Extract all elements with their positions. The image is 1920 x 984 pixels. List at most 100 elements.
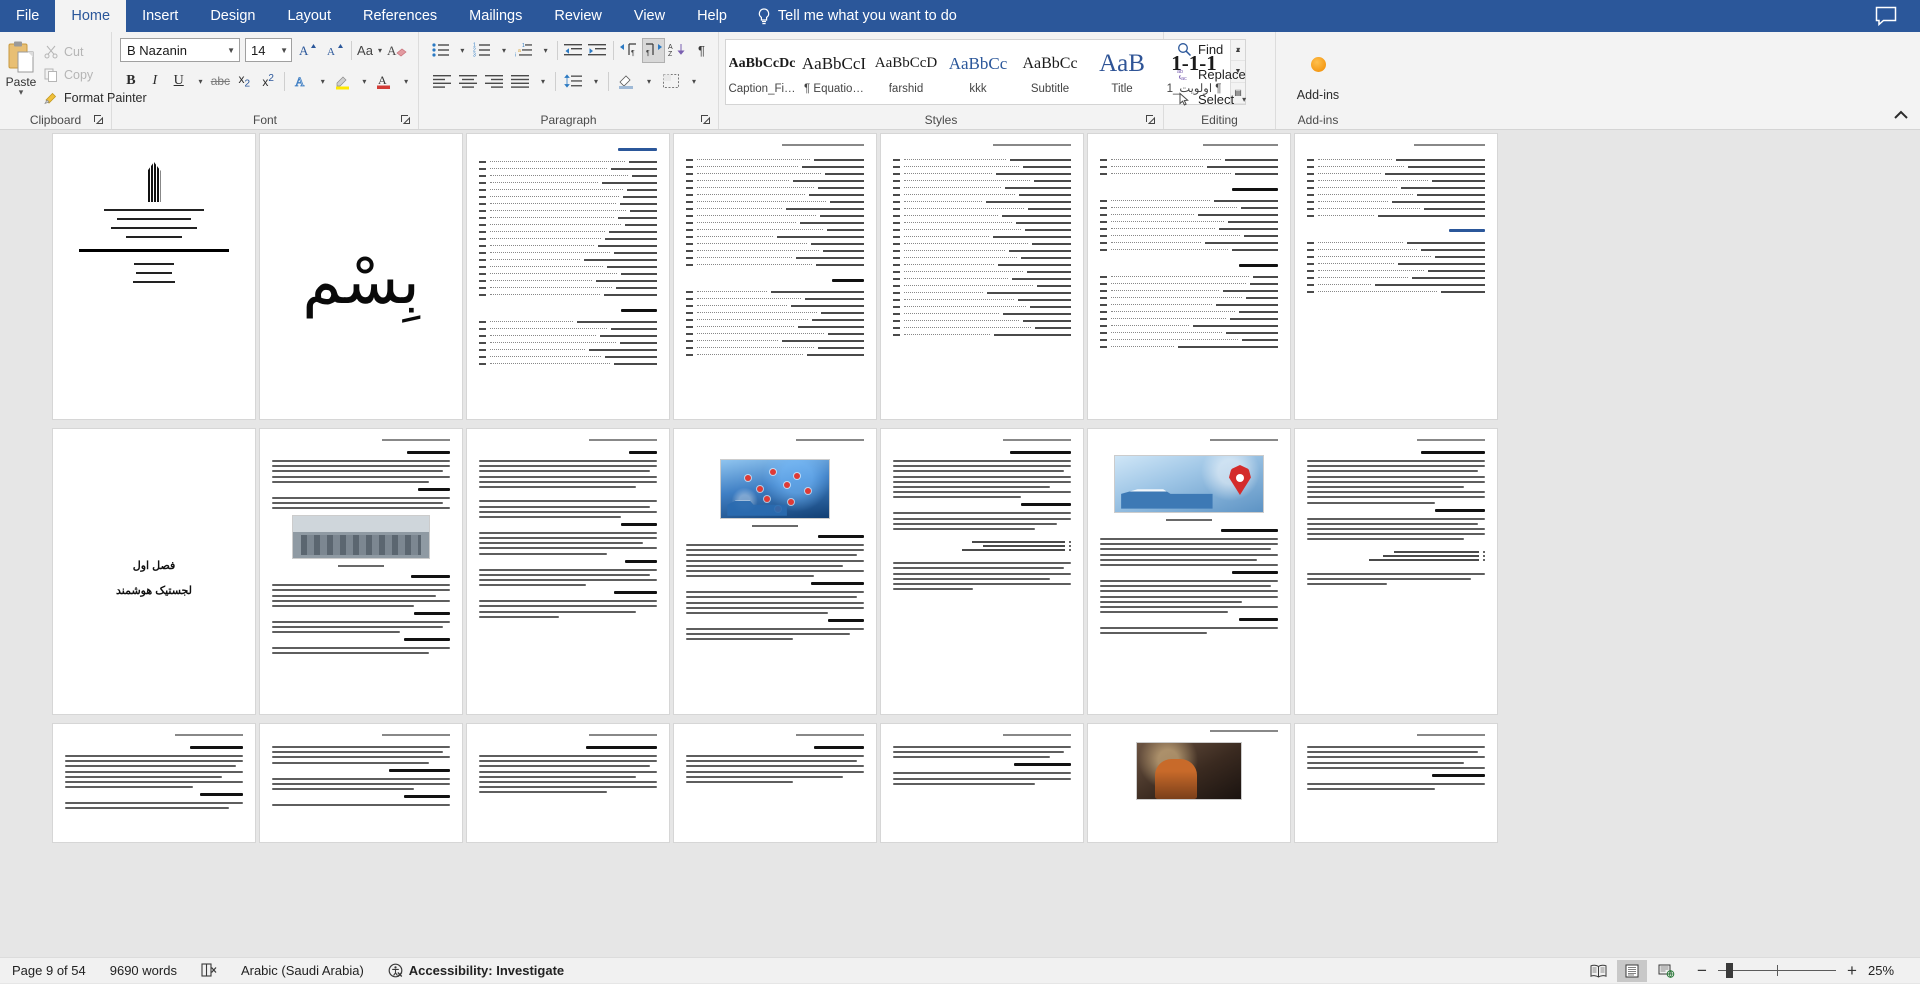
style-item-subtitle[interactable]: AaBbCc Subtitle (1014, 40, 1086, 104)
chevron-up-icon[interactable] (1890, 107, 1912, 125)
text-effects-icon[interactable]: A (290, 69, 312, 94)
page-thumbnail[interactable] (673, 428, 877, 715)
multilevel-chevron-down-icon[interactable]: ▾ (536, 38, 553, 63)
zoom-out-button[interactable]: − (1695, 962, 1709, 979)
language-indicator[interactable]: Arabic (Saudi Arabia) (229, 958, 376, 983)
chevron-down-icon[interactable]: ▾ (1234, 45, 1240, 54)
change-case-icon[interactable]: Aa▾ (357, 38, 382, 63)
page-thumbnail[interactable] (259, 428, 463, 715)
tab-references[interactable]: References (347, 0, 453, 32)
italic-button[interactable]: I (144, 69, 166, 94)
zoom-slider-thumb[interactable] (1726, 963, 1733, 978)
tab-file[interactable]: File (0, 0, 55, 32)
bullets-icon[interactable] (429, 38, 452, 63)
chevron-down-icon[interactable]: ▾ (19, 89, 24, 96)
superscript-button[interactable]: x2 (257, 69, 279, 94)
bold-button[interactable]: B (120, 69, 142, 94)
shading-chevron-down-icon[interactable]: ▾ (639, 69, 657, 94)
decrease-indent-icon[interactable] (562, 38, 585, 63)
view-read-mode[interactable] (1583, 960, 1613, 982)
highlight-color-icon[interactable] (332, 69, 354, 94)
style-item-equation[interactable]: AaBbCcI ¶ Equatio… (798, 40, 870, 104)
styles-dialog-launcher[interactable] (1145, 114, 1156, 125)
style-item-title[interactable]: AaB Title (1086, 40, 1158, 104)
word-count-indicator[interactable]: 9690 words (98, 958, 189, 983)
align-left-icon[interactable] (429, 69, 454, 94)
page-thumbnail[interactable] (1087, 723, 1291, 843)
comment-icon[interactable] (1874, 5, 1898, 27)
style-item-kkk[interactable]: AaBbCc kkk (942, 40, 1014, 104)
paste-button[interactable]: Paste ▾ (5, 37, 37, 112)
grow-font-icon[interactable]: A (294, 38, 319, 63)
text-effects-chevron-down-icon[interactable]: ▾ (314, 69, 330, 94)
shading-icon[interactable] (613, 69, 638, 94)
tab-home[interactable]: Home (55, 0, 126, 32)
page-number-indicator[interactable]: Page 9 of 54 (0, 958, 98, 983)
page-thumbnail[interactable]: بِسْم (259, 133, 463, 420)
style-item-caption-fi[interactable]: AaBbCcDс Caption_Fi… (726, 40, 798, 104)
page-thumbnail[interactable] (466, 723, 670, 843)
numbering-icon[interactable]: 123 (471, 38, 494, 63)
tab-layout[interactable]: Layout (271, 0, 347, 32)
page-thumbnail[interactable] (673, 133, 877, 420)
line-spacing-chevron-down-icon[interactable]: ▾ (586, 69, 604, 94)
page-thumbnail[interactable] (673, 723, 877, 843)
find-button[interactable]: Find ▾ (1172, 38, 1270, 61)
addins-button[interactable]: Add-ins (1281, 37, 1355, 112)
page-thumbnail[interactable] (1087, 133, 1291, 420)
view-print-layout[interactable] (1617, 960, 1647, 982)
chevron-down-icon[interactable]: ▾ (1240, 95, 1246, 104)
line-spacing-icon[interactable] (560, 69, 585, 94)
page-thumbnail[interactable] (52, 133, 256, 420)
clear-formatting-icon[interactable]: A (384, 38, 409, 63)
tell-me-box[interactable]: Tell me what you want to do (743, 0, 971, 32)
page-thumbnail[interactable] (880, 133, 1084, 420)
page-thumbnail[interactable] (880, 723, 1084, 843)
font-color-icon[interactable]: A (373, 69, 395, 94)
tab-view[interactable]: View (618, 0, 681, 32)
page-thumbnail[interactable] (466, 428, 670, 715)
chevron-down-icon[interactable]: ▼ (278, 46, 288, 55)
numbering-chevron-down-icon[interactable]: ▾ (495, 38, 512, 63)
view-web-layout[interactable] (1651, 960, 1681, 982)
select-button[interactable]: Select ▾ (1172, 88, 1270, 111)
page-thumbnail[interactable] (52, 723, 256, 843)
highlight-chevron-down-icon[interactable]: ▾ (356, 69, 372, 94)
document-canvas[interactable]: بِسْم (0, 130, 1920, 957)
strikethrough-button[interactable]: abc (209, 69, 231, 94)
paragraph-dialog-launcher[interactable] (700, 114, 711, 125)
borders-icon[interactable] (658, 69, 683, 94)
chevron-down-icon[interactable]: ▼ (225, 46, 235, 55)
page-thumbnail[interactable] (880, 428, 1084, 715)
clipboard-dialog-launcher[interactable] (93, 114, 104, 125)
page-thumbnail[interactable] (1087, 428, 1291, 715)
font-size-combobox[interactable]: 14 ▼ (245, 38, 292, 62)
page-thumbnail[interactable] (1294, 133, 1498, 420)
tab-mailings[interactable]: Mailings (453, 0, 538, 32)
page-thumbnail[interactable] (1294, 428, 1498, 715)
underline-button[interactable]: U (168, 69, 190, 94)
tab-design[interactable]: Design (194, 0, 271, 32)
zoom-in-button[interactable]: + (1845, 962, 1859, 979)
align-center-icon[interactable] (455, 69, 480, 94)
tab-review[interactable]: Review (538, 0, 618, 32)
style-item-farshid[interactable]: AaBbCcD farshid (870, 40, 942, 104)
increase-indent-icon[interactable] (586, 38, 609, 63)
left-to-right-icon[interactable]: ¶ (618, 38, 641, 63)
zoom-slider[interactable] (1718, 958, 1836, 984)
sort-icon[interactable]: AZ (666, 38, 689, 63)
show-formatting-marks-icon[interactable]: ¶ (690, 38, 713, 63)
proofing-errors-icon[interactable] (189, 958, 229, 983)
subscript-button[interactable]: x2 (233, 69, 255, 94)
align-right-icon[interactable] (481, 69, 506, 94)
justify-icon[interactable] (507, 69, 532, 94)
page-thumbnail[interactable] (466, 133, 670, 420)
page-thumbnail[interactable] (259, 723, 463, 843)
borders-chevron-down-icon[interactable]: ▾ (684, 69, 702, 94)
bullets-chevron-down-icon[interactable]: ▾ (453, 38, 470, 63)
shrink-font-icon[interactable]: A (321, 38, 346, 63)
multilevel-list-icon[interactable]: 1ai (512, 38, 535, 63)
tab-help[interactable]: Help (681, 0, 743, 32)
replace-button[interactable]: abac Replace (1172, 63, 1270, 86)
font-dialog-launcher[interactable] (400, 114, 411, 125)
